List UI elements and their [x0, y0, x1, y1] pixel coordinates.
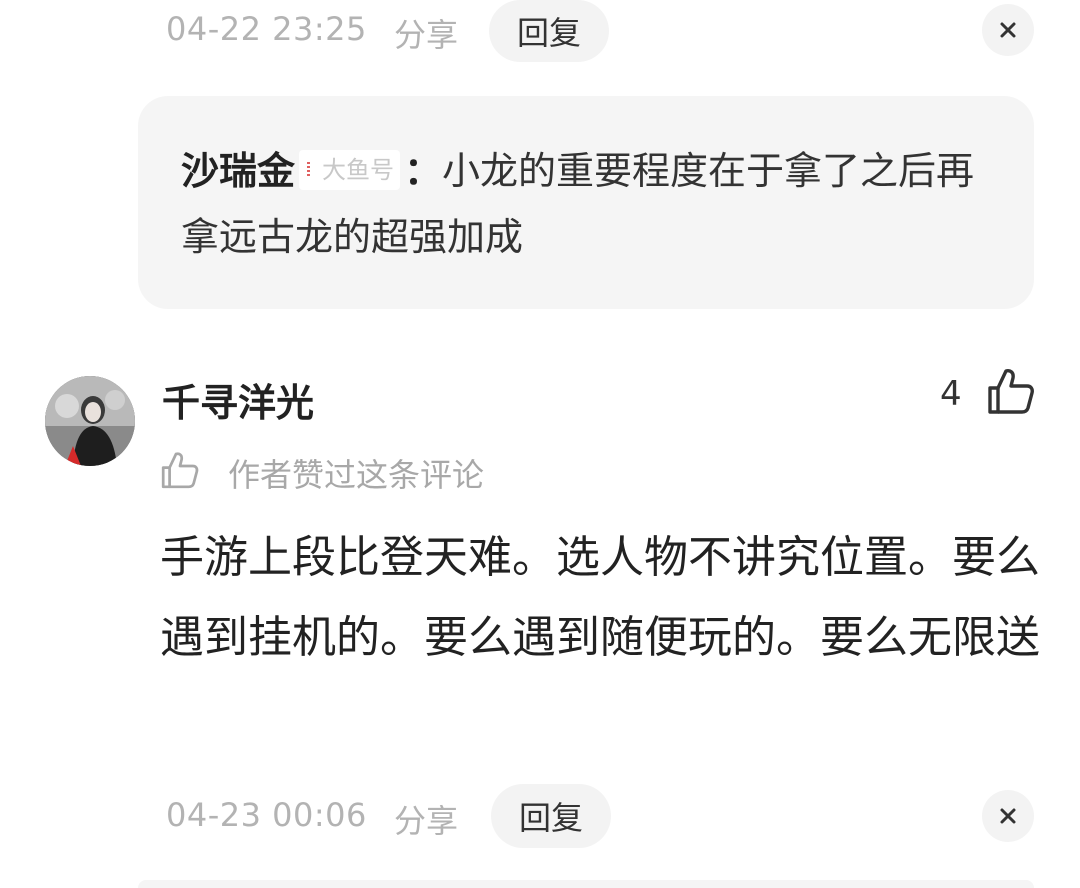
- comment-timestamp: 04-23 00:06: [166, 796, 367, 834]
- share-link[interactable]: 分享: [394, 10, 458, 56]
- close-icon: [1000, 22, 1016, 38]
- avatar[interactable]: [45, 376, 135, 466]
- comment-timestamp: 04-22 23:25: [166, 10, 367, 48]
- quoted-reply-separator: ：: [404, 149, 443, 193]
- avatar-image: [45, 376, 135, 466]
- author-liked-label: 作者赞过这条评论: [228, 456, 485, 494]
- like-button[interactable]: [986, 366, 1036, 416]
- author-badge: 大鱼号: [299, 150, 401, 190]
- quoted-reply-author[interactable]: 沙瑞金: [181, 149, 295, 193]
- next-quoted-reply: [138, 880, 1034, 888]
- reply-button[interactable]: 回复: [491, 784, 611, 848]
- thumbs-up-icon: [988, 369, 1034, 414]
- thumbs-up-outline-icon: [161, 452, 199, 489]
- badge-logo-icon: [307, 162, 311, 178]
- reply-button[interactable]: 回复: [489, 0, 609, 62]
- quoted-reply-content: 沙瑞金 大鱼号 ：小龙的重要程度在于拿了之后再拿远古龙的超强加成: [181, 138, 1005, 270]
- comment-text: 手游上段比登天难。选人物不讲究位置。要么遇到挂机的。要么遇到随便玩的。要么无限送: [160, 532, 1040, 663]
- share-link[interactable]: 分享: [394, 796, 458, 842]
- close-button[interactable]: [982, 790, 1034, 842]
- like-count: 4: [940, 374, 962, 414]
- author-badge-label: 大鱼号: [322, 156, 395, 184]
- close-icon: [1000, 808, 1016, 824]
- username[interactable]: 千寻洋光: [162, 372, 314, 427]
- quoted-reply[interactable]: 沙瑞金 大鱼号 ：小龙的重要程度在于拿了之后再拿远古龙的超强加成: [138, 96, 1034, 309]
- close-button[interactable]: [982, 4, 1034, 56]
- author-liked-icon-wrap: [160, 450, 200, 490]
